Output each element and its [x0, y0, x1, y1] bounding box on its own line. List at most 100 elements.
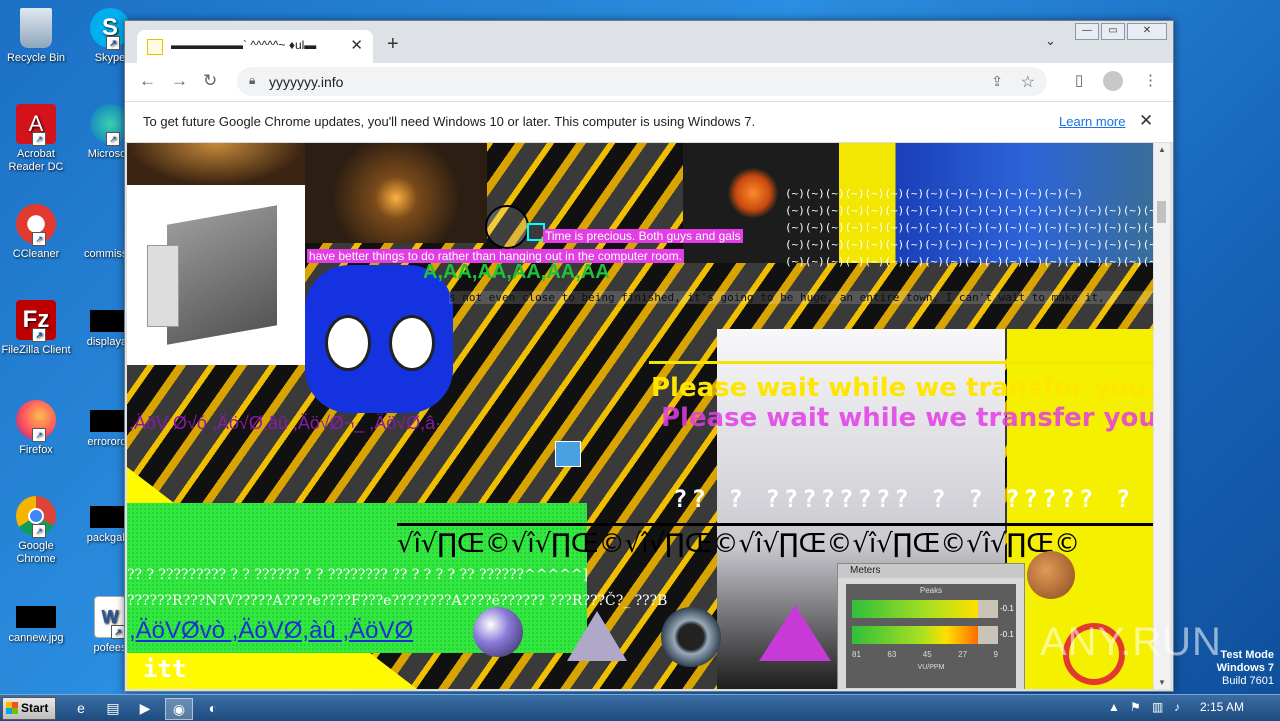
parens-row: (~)(~)(~)(~)(~)(~)(~)(~)(~)(~)(~)(~)(~)(… [785, 204, 1153, 217]
desktop-icon-label: Firefox [19, 444, 53, 456]
explorer-taskbar-icon[interactable]: ▤ [102, 698, 124, 718]
parens-block: (~)(~)(~)(~)(~)(~)(~)(~)(~)(~)(~)(~)(~)(… [785, 185, 1153, 270]
share-icon[interactable]: ⇪ [991, 73, 1003, 90]
taskbar: Start e ▤ ▶ ◉ ◐ ▲ ⚑ ▥ ♪ 2:15 AM [0, 694, 1280, 721]
please-wait-text: Please wait while we transfer you... [651, 373, 1153, 403]
test-mode-line: Test Mode [1220, 649, 1274, 661]
test-mode-line: Build 7601 [1222, 675, 1274, 687]
peak-meter-fill [852, 626, 978, 644]
meter-tick: 81 [852, 650, 861, 659]
edge-taskbar-icon[interactable]: ◐ [202, 698, 224, 718]
meter-ticks: 81 63 45 27 9 [852, 650, 998, 659]
infobar-close-icon[interactable]: ✕ [1139, 111, 1153, 131]
parens-row: (~)(~)(~)(~)(~)(~)(~)(~)(~)(~)(~)(~)(~)(… [785, 255, 1153, 268]
small-page-icon[interactable] [555, 441, 581, 467]
link-garble[interactable]: ,ÄöVØvò ,ÄöVØ,àû ,ÄöVØ [129, 617, 413, 645]
side-panel-icon[interactable]: ▯ [1075, 71, 1083, 89]
browser-tab[interactable]: ▬▬▬▬▬▬` ^^^^^~ ♦ul▬ ✕ [137, 30, 373, 63]
clock[interactable]: 2:15 AM [1200, 700, 1244, 714]
tray-flag-icon[interactable]: ⚑ [1130, 700, 1141, 714]
desktop-icon-filezilla[interactable]: Fz ↗ FileZilla Client [0, 300, 72, 357]
url-text[interactable]: yyyyyyy.info [269, 74, 343, 90]
circle-play-icon [485, 205, 529, 249]
back-button[interactable]: ← [139, 71, 156, 91]
purple-garble-text: ,ÄöV Ø√ó ,Äö√Ø,âû ,Äö√Ø¬_ ,Äö√Ø,â· [129, 413, 442, 433]
chrome-sphere-image [473, 607, 523, 657]
page-scrollbar[interactable]: ▲ ▼ [1154, 143, 1170, 689]
chrome-cone-image [567, 611, 627, 661]
file-icon [16, 606, 56, 628]
peaks-label: Peaks [919, 586, 943, 595]
desktop-icon-acrobat[interactable]: A ↗ Acrobat Reader DC [0, 104, 72, 174]
chrome-taskbar-icon[interactable]: ◉ [165, 698, 193, 720]
desktop-icon-label: Google Chrome [16, 540, 56, 565]
mono-story-text: s not even close to being finished, it's… [449, 291, 1153, 304]
desktop-icon-chrome[interactable]: ↗ Google Chrome [0, 496, 72, 566]
filezilla-icon: Fz ↗ [16, 300, 56, 342]
meters-title: Meters [838, 564, 1024, 578]
chrome-pyramid-image [759, 605, 831, 661]
word-icon: W ↗ [94, 596, 126, 639]
white-garble-text-2: ??????R???N?V?????A????e????F???e???????… [127, 593, 668, 609]
yellow-rule [649, 361, 1153, 364]
desktop-icon-label: cannew.jpg [8, 632, 64, 644]
meter-tick: 27 [958, 650, 968, 659]
anyrun-watermark: ANY.RUN [1040, 620, 1222, 664]
desktop-icon-recycle-bin[interactable]: Recycle Bin [0, 8, 72, 65]
time-precious-text: Time is precious. Both guys and gals [543, 229, 743, 243]
desktop-icon-label: Acrobat Reader DC [8, 148, 64, 173]
chevron-down-icon[interactable]: ⌄ [1045, 33, 1056, 49]
profile-avatar-icon[interactable] [1103, 71, 1123, 91]
media-player-taskbar-icon[interactable]: ▶ [134, 698, 156, 718]
scroll-up-icon[interactable]: ▲ [1158, 145, 1166, 154]
black-rule [397, 523, 1153, 526]
chrome-icon: ↗ [16, 496, 56, 538]
favicon-icon [147, 39, 163, 55]
peak-value: -0.1 [1000, 630, 1014, 639]
restore-button[interactable]: ▭ [1101, 23, 1125, 40]
parens-row: (~)(~)(~)(~)(~)(~)(~)(~)(~)(~)(~)(~)(~)(… [785, 187, 1084, 200]
lock-icon[interactable]: 🔒︎ [249, 73, 255, 88]
bookmark-star-icon[interactable]: ☆ [1021, 72, 1035, 92]
ball-face-image [1027, 551, 1075, 599]
tray-volume-icon[interactable]: ♪ [1174, 700, 1180, 714]
minimize-button[interactable]: — [1075, 23, 1099, 40]
tray-network-icon[interactable]: ▥ [1152, 700, 1163, 714]
infobar-message: To get future Google Chrome updates, you… [143, 114, 756, 129]
menu-kebab-icon[interactable]: ⋮ [1143, 71, 1158, 89]
parens-row: (~)(~)(~)(~)(~)(~)(~)(~)(~)(~)(~)(~)(~)(… [785, 238, 1153, 251]
firefox-icon: ↗ [16, 400, 56, 442]
forward-button[interactable]: → [171, 71, 188, 91]
peak-meter-fill [852, 600, 978, 618]
desktop-icon-cannew[interactable]: cannew.jpg [0, 596, 72, 645]
tab-strip: ▬▬▬▬▬▬` ^^^^^~ ♦ul▬ ✕ + ⌄ — ▭ ✕ [125, 21, 1173, 63]
blue-face-image [305, 265, 453, 413]
meters-panel: Peaks -0.1 -0.1 81 63 45 27 9 VU/PPM [846, 584, 1016, 688]
tray-expand-icon[interactable]: ▲ [1108, 700, 1120, 714]
ie-taskbar-icon[interactable]: e [70, 698, 92, 718]
new-tab-button[interactable]: + [387, 33, 399, 56]
meter-tick: 63 [887, 650, 897, 659]
desktop-icon-firefox[interactable]: ↗ Firefox [0, 400, 72, 457]
close-tab-icon[interactable]: ✕ [350, 36, 363, 54]
reload-button[interactable]: ↻ [203, 71, 217, 91]
white-garble-text-1: ?? ? ????????? ? ? ?????? ? ? ???????? ?… [127, 567, 589, 583]
peak-meter-2 [852, 626, 998, 644]
browser-window: ▬▬▬▬▬▬` ^^^^^~ ♦ul▬ ✕ + ⌄ — ▭ ✕ ← → ↻ 🔒︎… [124, 20, 1174, 692]
meter-unit: VU/PPM [917, 664, 945, 671]
browser-toolbar: ← → ↻ 🔒︎ yyyyyyy.info ⇪ ☆ ▯ ⋮ [125, 63, 1173, 101]
start-button[interactable]: Start [2, 697, 56, 720]
web-page: Time is precious. Both guys and gals hav… [127, 143, 1153, 689]
window-close-button[interactable]: ✕ [1127, 23, 1167, 40]
test-mode-label: Test Mode Windows 7 Build 7601 [1217, 649, 1274, 688]
meter-tick: 9 [993, 650, 998, 659]
scroll-thumb[interactable] [1157, 201, 1166, 223]
meters-window[interactable]: Meters Peaks -0.1 -0.1 81 63 45 27 9 VU/… [837, 563, 1025, 689]
ccleaner-icon: ↗ [16, 204, 56, 246]
scroll-down-icon[interactable]: ▼ [1158, 678, 1166, 687]
address-bar[interactable]: 🔒︎ yyyyyyy.info ⇪ ☆ [237, 67, 1047, 96]
peak-value: -0.1 [1000, 604, 1014, 613]
learn-more-link[interactable]: Learn more [1059, 114, 1125, 129]
chrome-torus-image [661, 607, 721, 667]
desktop-icon-ccleaner[interactable]: ↗ CCleaner [0, 204, 72, 261]
